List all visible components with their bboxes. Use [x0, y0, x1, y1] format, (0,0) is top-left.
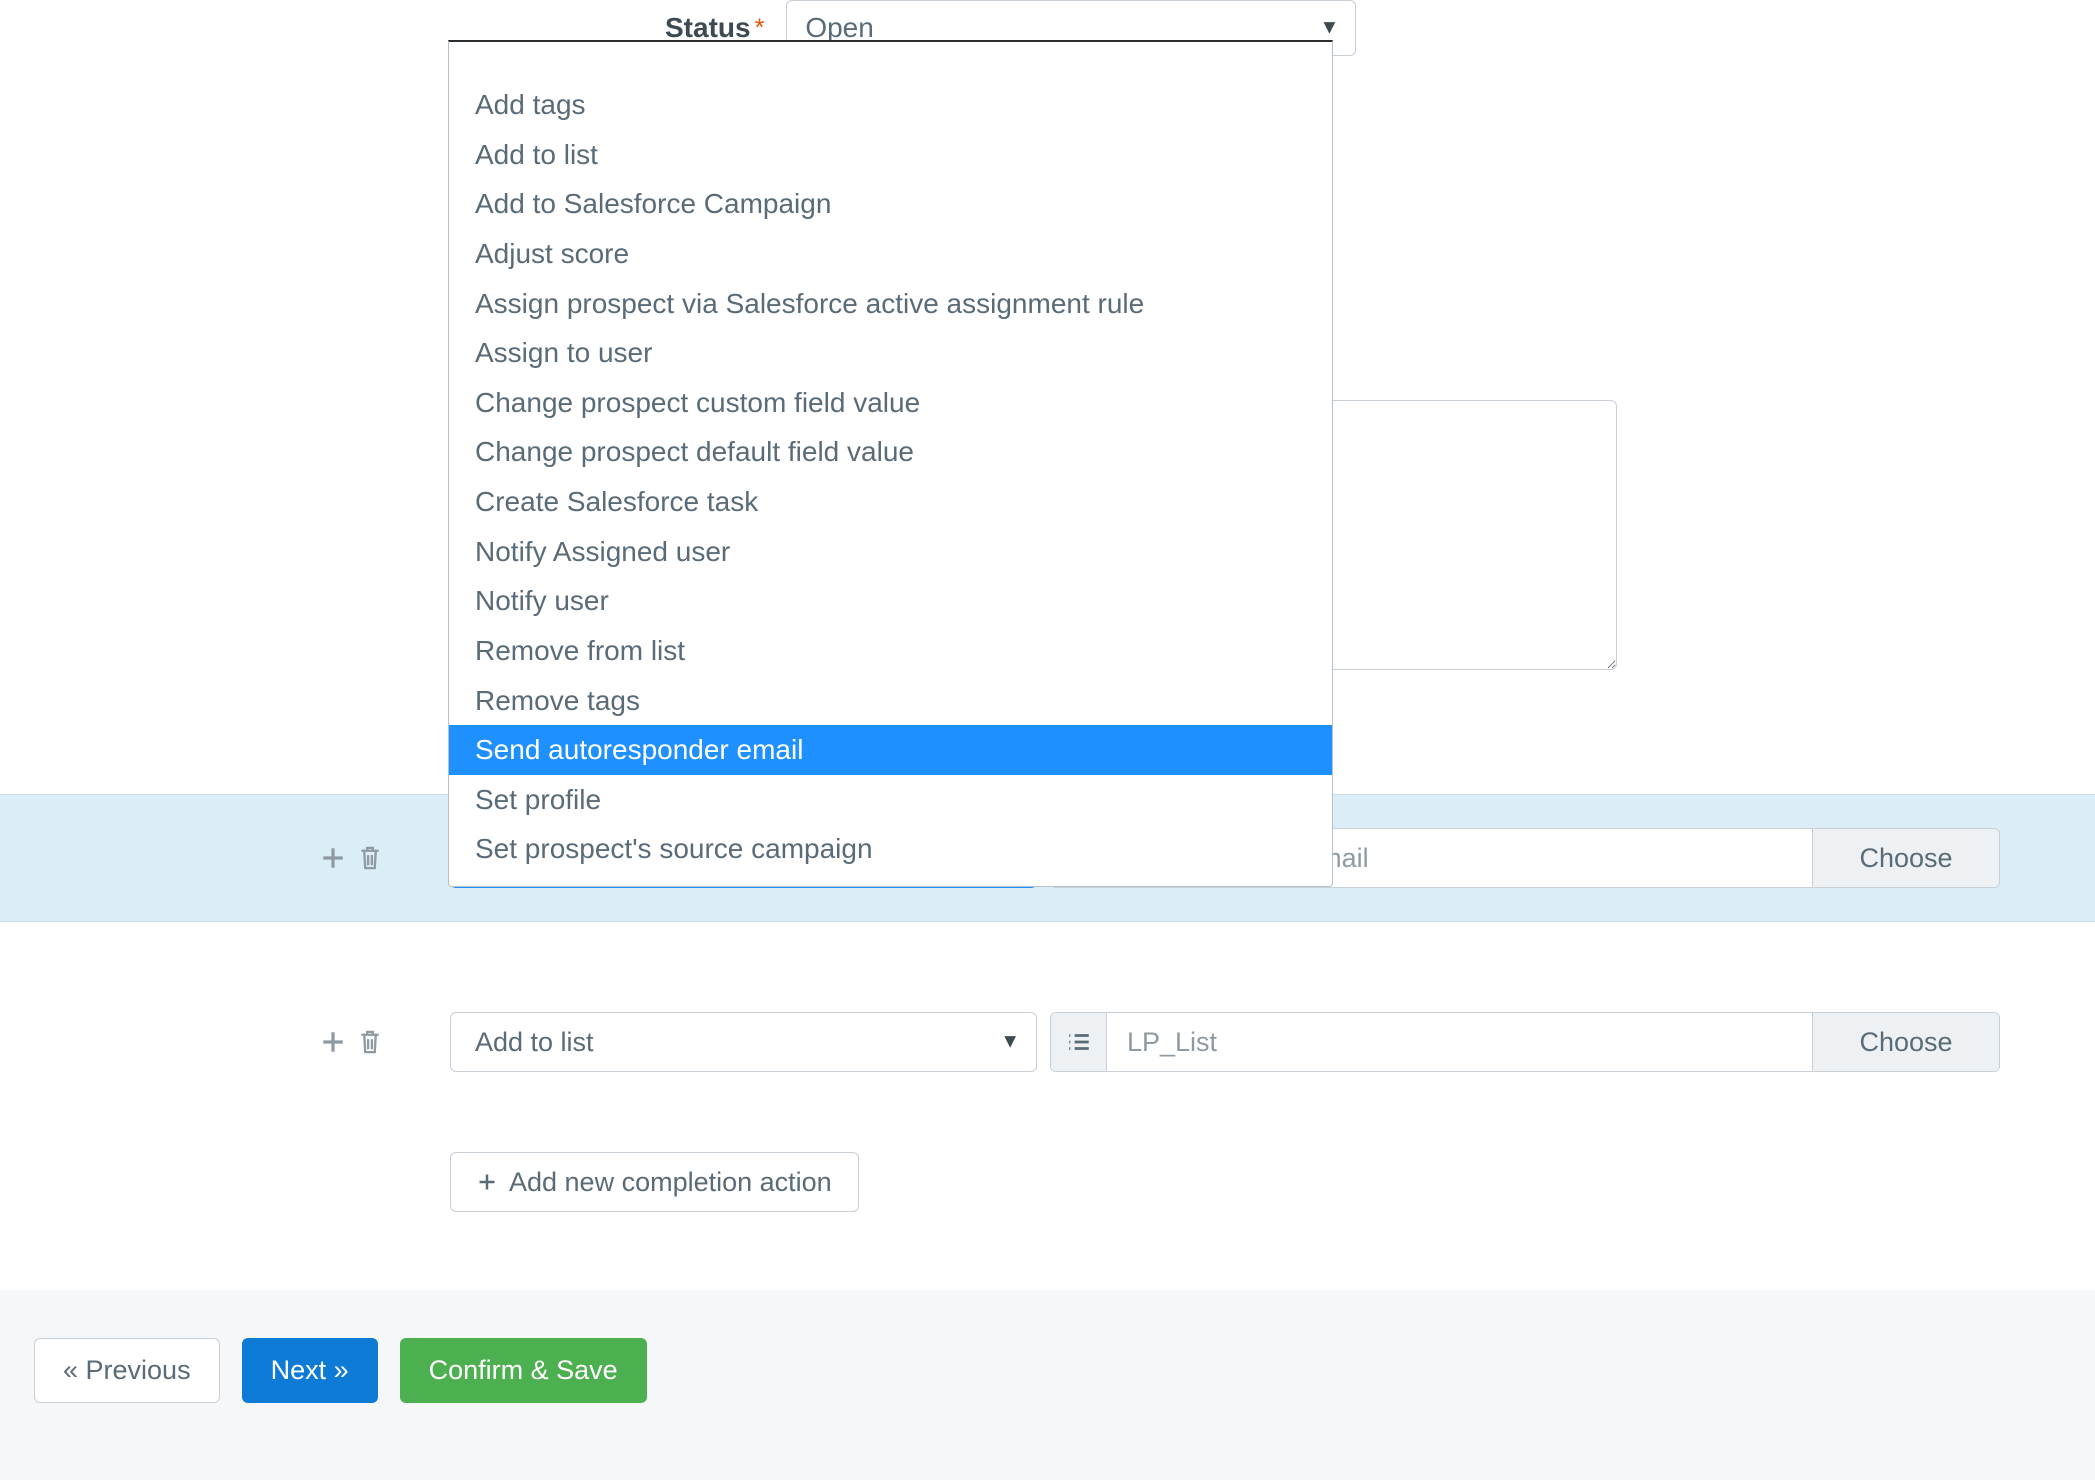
confirm-save-button[interactable]: Confirm & Save — [400, 1338, 647, 1403]
wizard-buttons: « Previous Next » Confirm & Save — [34, 1338, 647, 1403]
dropdown-option[interactable]: Adjust score — [449, 229, 1332, 279]
dropdown-option[interactable]: Notify user — [449, 576, 1332, 626]
dropdown-option[interactable]: Notify Assigned user — [449, 527, 1332, 577]
chevron-down-icon: ▼ — [1000, 1031, 1020, 1054]
trash-icon[interactable] — [358, 1029, 386, 1055]
add-completion-action-label: Add new completion action — [509, 1167, 832, 1198]
list-icon[interactable] — [1051, 1013, 1107, 1071]
add-completion-action-button[interactable]: Add new completion action — [450, 1152, 859, 1212]
row-tools — [320, 845, 386, 871]
dropdown-option[interactable]: Remove from list — [449, 626, 1332, 676]
dropdown-option[interactable]: Change prospect default field value — [449, 427, 1332, 477]
dropdown-option[interactable]: Add to Salesforce Campaign — [449, 179, 1332, 229]
dropdown-option[interactable]: Change prospect custom field value — [449, 378, 1332, 428]
required-asterisk: * — [755, 14, 765, 43]
next-button[interactable]: Next » — [242, 1338, 378, 1403]
add-icon[interactable] — [320, 845, 348, 871]
choose-button-2[interactable]: Choose — [1812, 1013, 1999, 1071]
completion-action-row-2: Add to list ▼ LP_List Choose — [0, 978, 2095, 1106]
dropdown-option[interactable]: Create Salesforce task — [449, 477, 1332, 527]
chevron-down-icon: ▼ — [1320, 17, 1340, 40]
target-picker-2: LP_List Choose — [1050, 1012, 2000, 1072]
dropdown-option[interactable]: Assign prospect via Salesforce active as… — [449, 279, 1332, 329]
action-select-2[interactable]: Add to list ▼ — [450, 1012, 1037, 1072]
add-icon[interactable] — [320, 1029, 348, 1055]
previous-button[interactable]: « Previous — [34, 1338, 220, 1403]
dropdown-option[interactable]: Set prospect's source campaign — [449, 824, 1332, 874]
dropdown-option[interactable]: Remove tags — [449, 676, 1332, 726]
plus-icon — [477, 1172, 497, 1192]
dropdown-option[interactable]: Set profile — [449, 775, 1332, 825]
dropdown-option[interactable]: Add to list — [449, 130, 1332, 180]
dropdown-option[interactable]: Send autoresponder email — [449, 725, 1332, 775]
target-input-2[interactable]: LP_List — [1107, 1013, 1812, 1071]
action-select-2-value: Add to list — [475, 1027, 594, 1058]
trash-icon[interactable] — [358, 845, 386, 871]
action-dropdown[interactable]: Add tagsAdd to listAdd to Salesforce Cam… — [448, 40, 1333, 887]
choose-button-1[interactable]: Choose — [1812, 829, 1999, 887]
dropdown-option[interactable]: Add tags — [449, 80, 1332, 130]
row-tools — [320, 1029, 386, 1055]
dropdown-option[interactable]: Assign to user — [449, 328, 1332, 378]
